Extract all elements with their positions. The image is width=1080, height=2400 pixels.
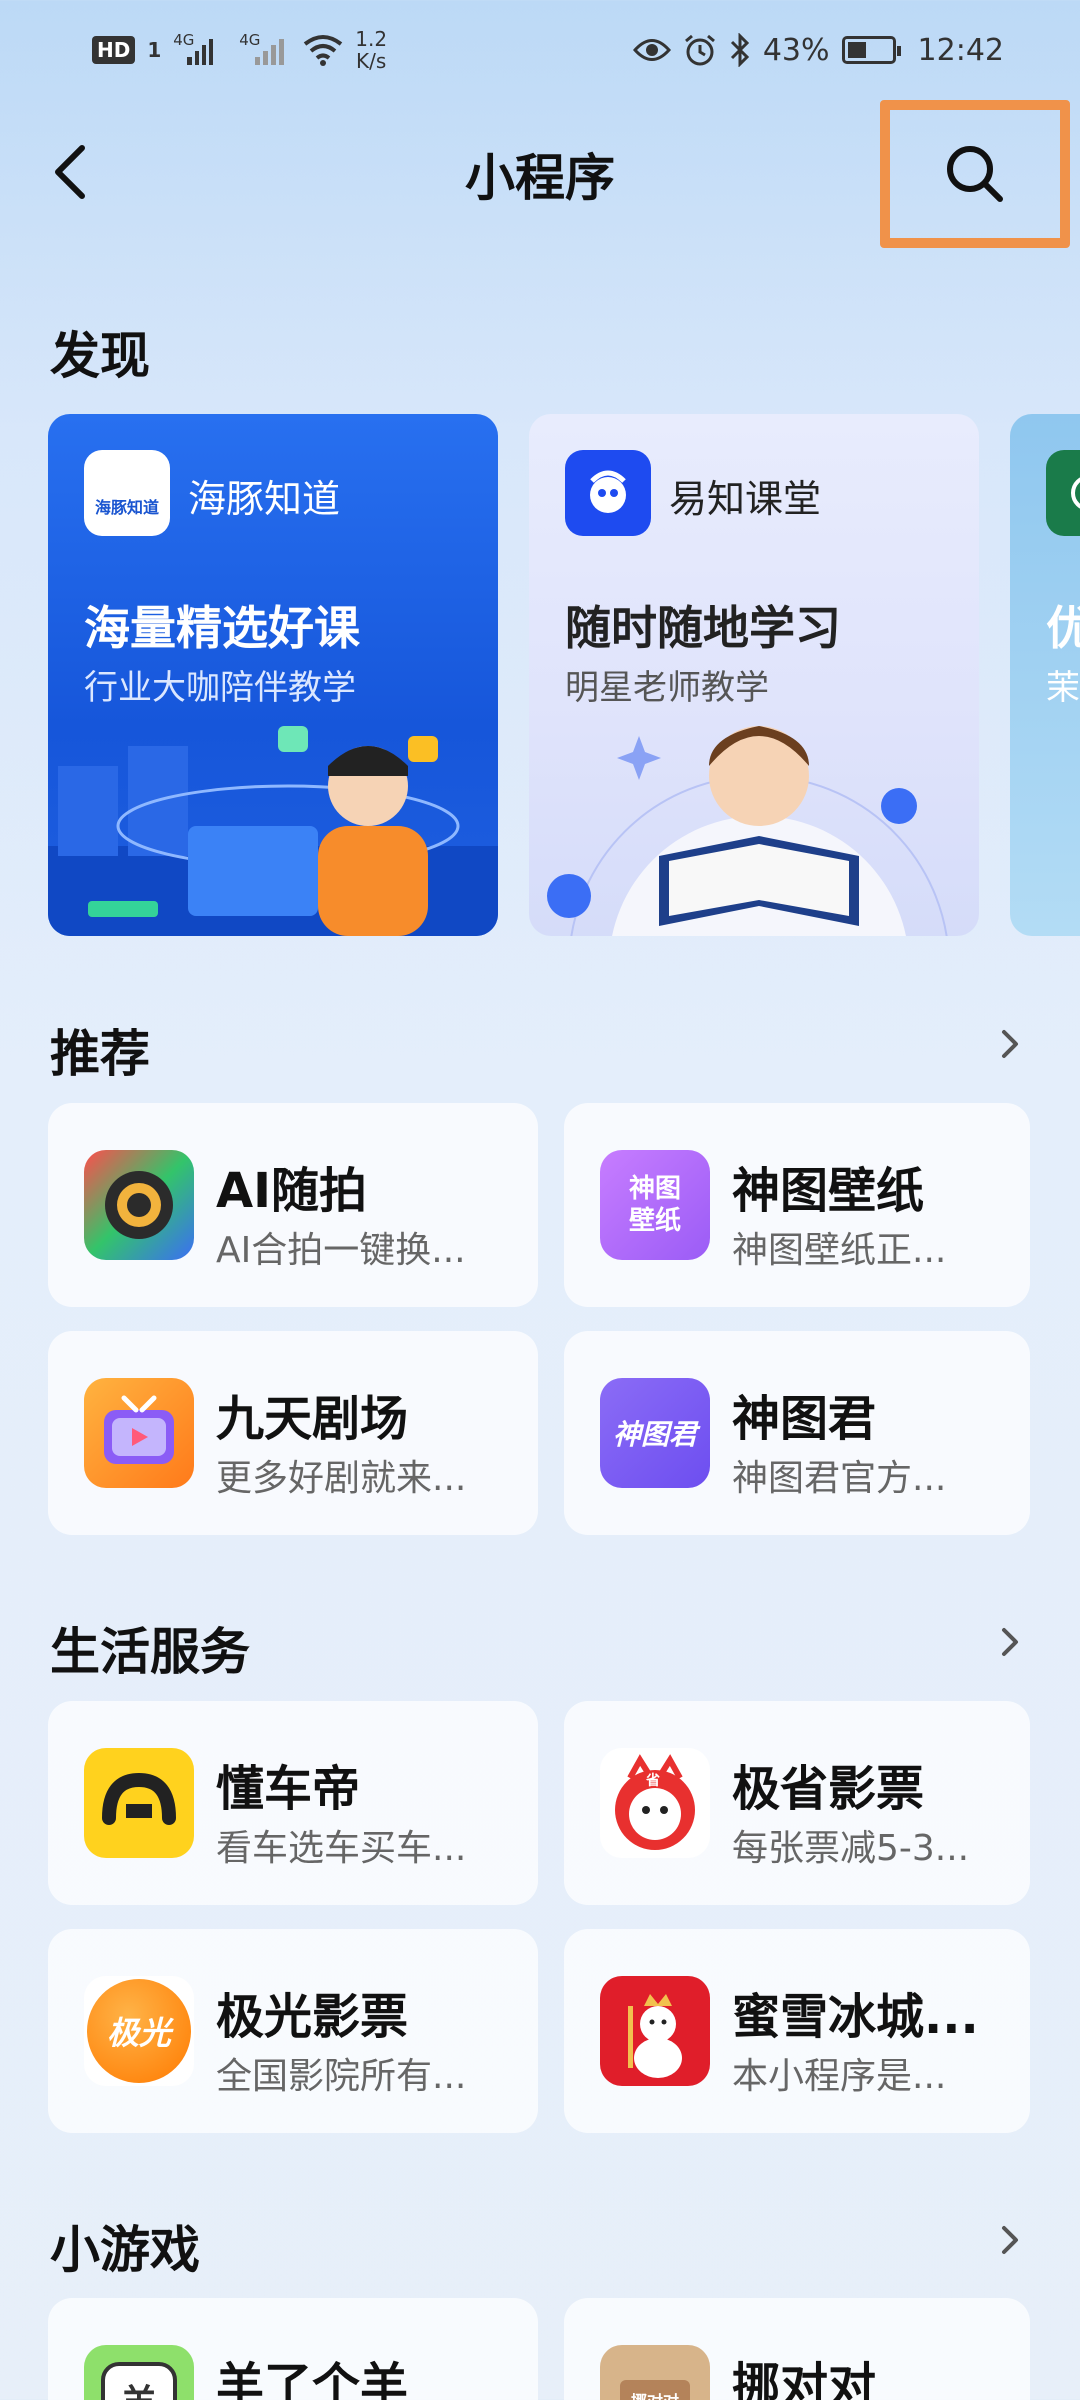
dongchedi-icon — [84, 1748, 194, 1858]
chevron-right-icon — [1002, 1628, 1018, 1656]
section-title-recommend: 推荐 — [50, 1025, 150, 1083]
section-title-games: 小游戏 — [50, 2221, 200, 2279]
discover-card-brand: 易知课堂 — [669, 477, 822, 521]
app-tile-jisheng-yingpiao[interactable]: 省 极省影票 每张票减5-3... — [564, 1701, 1030, 1905]
signal-icon: 4G — [239, 31, 291, 65]
games-more-button[interactable] — [990, 2220, 1030, 2260]
app-name: 懂车帝 — [216, 1761, 361, 1817]
eye-icon — [632, 39, 671, 61]
discover-card-brand: 海豚知道 — [188, 477, 341, 521]
section-title-life: 生活服务 — [50, 1623, 250, 1681]
app-tile-nuo-dui-dui[interactable]: 挪对对 挪对对 — [564, 2298, 1030, 2400]
mixue-bingcheng-icon — [600, 1976, 710, 2086]
recommend-more-button[interactable] — [990, 1024, 1030, 1064]
app-desc: AI合拍一键换... — [216, 1230, 466, 1271]
jiguang-yingpiao-icon: 极光 — [84, 1976, 194, 2086]
life-more-button[interactable] — [990, 1622, 1030, 1662]
header: 小程序 — [0, 100, 1080, 248]
shentu-bizhi-icon: 神图壁纸 — [600, 1150, 710, 1260]
app-tile-jiutian-juchang[interactable]: 九天剧场 更多好剧就来... — [48, 1331, 538, 1535]
chevron-right-icon — [1002, 1030, 1018, 1058]
partial-card-logo — [1046, 450, 1080, 536]
discover-card-headline: 海量精选好课 — [84, 601, 360, 655]
section-title-discover: 发现 — [50, 327, 150, 385]
discover-card-headline: 随时随地学习 — [565, 601, 841, 655]
app-name: 极光影票 — [216, 1989, 409, 2045]
haitun-logo: 海豚知道 — [84, 450, 170, 536]
status-right: 43% 12:42 — [632, 32, 1004, 68]
battery-percent: 43% — [762, 32, 830, 68]
app-desc: 本小程序是... — [732, 2056, 947, 2097]
discover-card-yizhi[interactable]: 易知课堂 随时随地学习 明星老师教学 — [529, 414, 979, 936]
shentu-jun-icon: 神图君 — [600, 1378, 710, 1488]
app-name: 神图君 — [732, 1391, 877, 1447]
app-desc: 看车选车买车... — [216, 1828, 467, 1869]
jisheng-yingpiao-icon: 省 — [600, 1748, 710, 1858]
discover-card-subline: 明星老师教学 — [565, 668, 769, 708]
chevron-right-icon — [1002, 2226, 1018, 2254]
hd-badge: HD — [92, 36, 136, 64]
discover-card-subline: 茉 — [1046, 668, 1080, 708]
wifi-icon — [304, 35, 343, 66]
battery-icon — [841, 36, 901, 64]
app-name: 九天剧场 — [216, 1391, 409, 1447]
app-name: AI随拍 — [216, 1163, 368, 1219]
app-name: 羊了个羊 — [216, 2358, 409, 2400]
discover-card-partial[interactable]: 优 茉 — [1010, 414, 1080, 936]
nuo-dui-dui-icon: 挪对对 — [600, 2345, 710, 2400]
app-tile-shentu-bizhi[interactable]: 神图壁纸 神图壁纸 神图壁纸正... — [564, 1103, 1030, 1307]
sim-indicator: 1 — [147, 38, 162, 62]
app-name: 神图壁纸 — [732, 1163, 925, 1219]
discover-card-subline: 行业大咖陪伴教学 — [84, 668, 356, 708]
app-tile-dongchedi[interactable]: 懂车帝 看车选车买车... — [48, 1701, 538, 1905]
app-tile-ai-suipai[interactable]: AI随拍 AI合拍一键换... — [48, 1103, 538, 1307]
app-desc: 更多好剧就来... — [216, 1458, 467, 1499]
student-illustration — [547, 726, 948, 936]
app-name: 蜜雪冰城... — [732, 1989, 979, 2045]
app-desc: 每张票减5-3... — [732, 1828, 970, 1869]
yang-le-ge-yang-icon: 羊 — [84, 2345, 194, 2400]
ai-suipai-icon — [84, 1150, 194, 1260]
search-button[interactable] — [880, 100, 1070, 248]
network-speed: 1.2 K/s — [355, 27, 388, 73]
bluetooth-icon — [730, 33, 749, 67]
status-bar: HD 1 4G 4G 1.2 K/s 43% 12:42 — [0, 0, 1080, 100]
app-tile-mixue-bingcheng[interactable]: 蜜雪冰城... 本小程序是... — [564, 1929, 1030, 2133]
teacher-illustration — [48, 726, 498, 936]
discover-carousel[interactable]: 海豚知道 海豚知道 海量精选好课 行业大咖陪伴教学 易知课堂 随时随地学习 明星… — [48, 414, 1080, 938]
clock: 12:42 — [917, 32, 1004, 68]
app-tile-jiguang-yingpiao[interactable]: 极光 极光影票 全国影院所有... — [48, 1929, 538, 2133]
app-desc: 神图君官方... — [732, 1458, 947, 1499]
alarm-icon — [684, 34, 715, 66]
jiutian-juchang-icon — [84, 1378, 194, 1488]
app-name: 挪对对 — [732, 2358, 877, 2400]
search-icon — [947, 146, 1003, 202]
yizhi-logo — [565, 450, 651, 536]
app-desc: 全国影院所有... — [216, 2056, 467, 2097]
discover-card-headline: 优 — [1046, 601, 1080, 655]
signal-icon: 4G — [173, 31, 214, 65]
app-desc: 神图壁纸正... — [732, 1230, 947, 1271]
app-tile-yang-le-ge-yang[interactable]: 羊 羊了个羊 — [48, 2298, 538, 2400]
app-name: 极省影票 — [732, 1761, 925, 1817]
app-tile-shentu-jun[interactable]: 神图君 神图君 神图君官方... — [564, 1331, 1030, 1535]
discover-card-haitun[interactable]: 海豚知道 海豚知道 海量精选好课 行业大咖陪伴教学 — [48, 414, 498, 936]
status-left: HD 1 4G 4G 1.2 K/s — [92, 28, 387, 72]
